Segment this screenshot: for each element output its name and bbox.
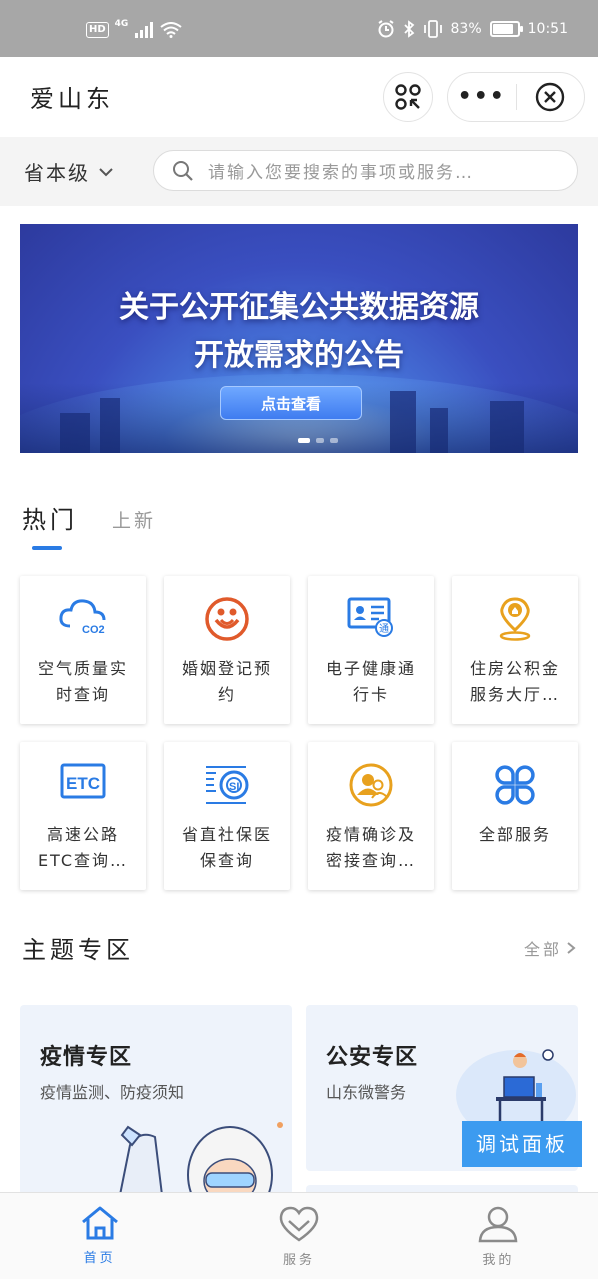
battery-fill	[492, 24, 513, 34]
health-card-icon: 通	[347, 597, 393, 637]
social-security-icon: SI	[206, 766, 249, 804]
topic-card-epidemic[interactable]: 疫情专区 疫情监测、防疫须知	[20, 1005, 292, 1195]
svg-text:ETC: ETC	[66, 774, 100, 793]
service-label: 全部服务	[478, 825, 551, 844]
signal-icon	[135, 22, 154, 38]
view-all-label: 全部	[523, 940, 562, 959]
tab-new[interactable]: 上新	[112, 506, 156, 535]
carousel-dot[interactable]	[330, 438, 338, 443]
service-card-air-quality[interactable]: CO2 空气质量实时查询	[20, 576, 146, 724]
hd-badge: HD	[86, 22, 109, 38]
service-label: 空气质量实时查询	[37, 659, 128, 704]
tab-services[interactable]: 服务	[199, 1193, 398, 1279]
tab-hot[interactable]: 热门	[22, 500, 78, 535]
contacts-icon	[349, 763, 393, 807]
cloud-co2-icon: CO2	[59, 599, 106, 636]
service-label: 婚姻登记预约	[181, 659, 272, 704]
carousel-dot[interactable]	[298, 438, 310, 443]
battery-icon	[489, 21, 523, 37]
tab-mine[interactable]: 我的	[399, 1193, 598, 1279]
etc-icon: ETC	[60, 763, 106, 799]
svg-text:通: 通	[379, 623, 389, 635]
bluetooth-icon	[403, 20, 414, 38]
banner-headline-2: 开放需求的公告	[194, 338, 404, 373]
service-label: 住房公积金服务大厅…	[469, 659, 560, 704]
service-tabs: 热门 上新	[22, 500, 156, 535]
region-selector[interactable]: 省本级	[24, 157, 114, 186]
chevron-down-icon	[99, 167, 113, 176]
bottom-tab-bar: 首页 服务 我的	[0, 1192, 598, 1279]
capsule-menu: •••	[447, 72, 585, 122]
topic-subtitle: 疫情监测、防疫须知	[40, 1083, 185, 1102]
close-button[interactable]	[517, 82, 585, 112]
tab-label: 首页	[83, 1251, 116, 1266]
nav-bar: 爱山东 •••	[0, 57, 598, 137]
marriage-icon	[205, 597, 249, 641]
service-card-etc[interactable]: ETC 高速公路ETC查询…	[20, 742, 146, 890]
service-card-marriage[interactable]: 婚姻登记预约	[164, 576, 290, 724]
debug-panel-button[interactable]: 调试面板	[462, 1121, 582, 1167]
banner-cta-button[interactable]: 点击查看	[220, 386, 362, 420]
more-button[interactable]: •••	[448, 86, 516, 108]
scan-icon	[395, 84, 421, 110]
tab-home[interactable]: 首页	[0, 1193, 199, 1279]
service-card-epidemic-query[interactable]: 疫情确诊及密接查询…	[308, 742, 434, 890]
service-label: 电子健康通行卡	[325, 659, 416, 704]
service-label: 疫情确诊及密接查询…	[325, 825, 416, 870]
scan-button[interactable]	[383, 72, 433, 122]
all-services-icon	[495, 765, 535, 805]
carousel-dot[interactable]	[316, 438, 324, 443]
user-icon	[478, 1206, 518, 1243]
topic-title: 疫情专区	[40, 1045, 133, 1070]
heart-icon	[279, 1206, 319, 1242]
service-label: 省直社保医保查询	[181, 825, 272, 870]
region-label: 省本级	[24, 161, 90, 185]
svg-text:SI: SI	[229, 781, 239, 793]
medical-worker-illustration	[118, 1122, 283, 1195]
home-icon	[81, 1206, 118, 1240]
search-row: 省本级 请输入您要搜索的事项或服务…	[0, 137, 598, 206]
svg-text:CO2: CO2	[82, 624, 105, 636]
tab-active-indicator	[32, 546, 62, 550]
section-title: 主题专区	[22, 936, 134, 964]
status-bar: HD 4G 83% 10:51	[0, 0, 598, 57]
service-card-social-security[interactable]: SI 省直社保医保查询	[164, 742, 290, 890]
search-icon	[173, 160, 193, 181]
carousel-indicators	[298, 438, 338, 443]
search-input[interactable]: 请输入您要搜索的事项或服务…	[153, 150, 578, 191]
wifi-icon	[160, 22, 182, 38]
tab-label: 服务	[282, 1253, 315, 1268]
close-icon	[536, 82, 565, 112]
banner-headline: 关于公开征集公共数据资源	[119, 290, 479, 325]
chevron-right-icon	[567, 942, 576, 954]
network-label: 4G	[114, 19, 129, 29]
service-card-housing-fund[interactable]: 住房公积金服务大厅…	[452, 576, 578, 724]
banner-carousel[interactable]: 关于公开征集公共数据资源 开放需求的公告 点击查看	[20, 224, 578, 453]
topic-subtitle: 山东微警务	[326, 1083, 407, 1102]
vibrate-icon	[423, 20, 442, 38]
service-card-health-pass[interactable]: 通 电子健康通行卡	[308, 576, 434, 724]
battery-percent: 83%	[450, 21, 482, 37]
service-label: 高速公路ETC查询…	[37, 825, 129, 870]
alarm-icon	[377, 20, 394, 38]
app-title: 爱山东	[30, 85, 114, 113]
housing-fund-icon	[499, 597, 531, 641]
status-left: HD 4G	[86, 19, 182, 38]
service-card-all[interactable]: 全部服务	[452, 742, 578, 890]
topic-title: 公安专区	[326, 1045, 419, 1070]
view-all-link[interactable]: 全部	[524, 936, 576, 960]
search-placeholder: 请输入您要搜索的事项或服务…	[208, 163, 474, 183]
clock: 10:51	[527, 21, 568, 37]
tab-label: 我的	[482, 1253, 515, 1268]
service-grid: CO2 空气质量实时查询 婚姻登记预约 通 电子健康通行卡 住房公积金服务大厅……	[20, 576, 580, 890]
status-right: 83% 10:51	[377, 20, 568, 38]
